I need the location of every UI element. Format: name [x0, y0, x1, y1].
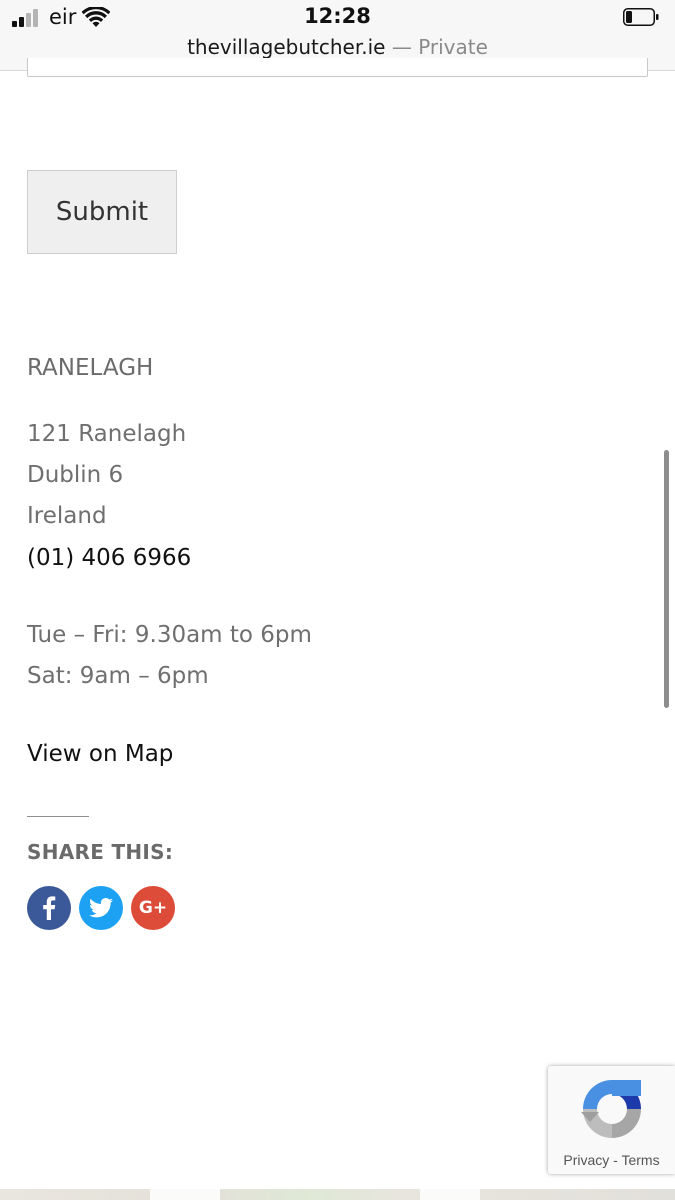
share-label: SHARE THIS: [27, 840, 174, 864]
url-separator: — [391, 35, 412, 59]
terms-link[interactable]: Terms [621, 1152, 659, 1168]
private-mode-label: Private [418, 35, 488, 59]
twitter-icon [89, 898, 113, 918]
battery-icon [623, 8, 659, 26]
recaptcha-separator: - [613, 1152, 618, 1168]
twitter-share-button[interactable] [79, 886, 123, 930]
divider [27, 816, 89, 817]
address-line-3: Ireland [27, 503, 107, 529]
page-scrollbar[interactable] [664, 450, 669, 708]
map-road [420, 1189, 480, 1200]
phone-link[interactable]: (01) 406 6966 [27, 545, 191, 571]
address-line-2: Dublin 6 [27, 462, 124, 488]
shop-title: RANELAGH [27, 355, 154, 381]
status-time: 12:28 [304, 4, 371, 28]
submit-button[interactable]: Submit [27, 170, 177, 254]
privacy-link[interactable]: Privacy [563, 1152, 609, 1168]
map-road [150, 1189, 220, 1200]
google-plus-share-button[interactable]: G+ [131, 886, 175, 930]
hours-saturday: Sat: 9am – 6pm [27, 663, 209, 689]
map-preview[interactable] [0, 1189, 675, 1200]
facebook-share-button[interactable] [27, 886, 71, 930]
recaptcha-badge[interactable]: Privacy - Terms [548, 1066, 675, 1174]
recaptcha-links: Privacy - Terms [548, 1152, 675, 1168]
facebook-icon [43, 896, 56, 920]
address-line-1: 121 Ranelagh [27, 421, 187, 447]
view-on-map-link[interactable]: View on Map [27, 741, 173, 767]
url-text: thevillagebutcher.ie [187, 35, 386, 59]
hours-weekday: Tue – Fri: 9.30am to 6pm [27, 622, 312, 648]
recaptcha-logo-icon [581, 1080, 641, 1138]
message-field[interactable] [27, 58, 648, 77]
google-plus-icon: G+ [138, 898, 168, 918]
address-bar[interactable]: thevillagebutcher.ie — Private [0, 35, 675, 59]
